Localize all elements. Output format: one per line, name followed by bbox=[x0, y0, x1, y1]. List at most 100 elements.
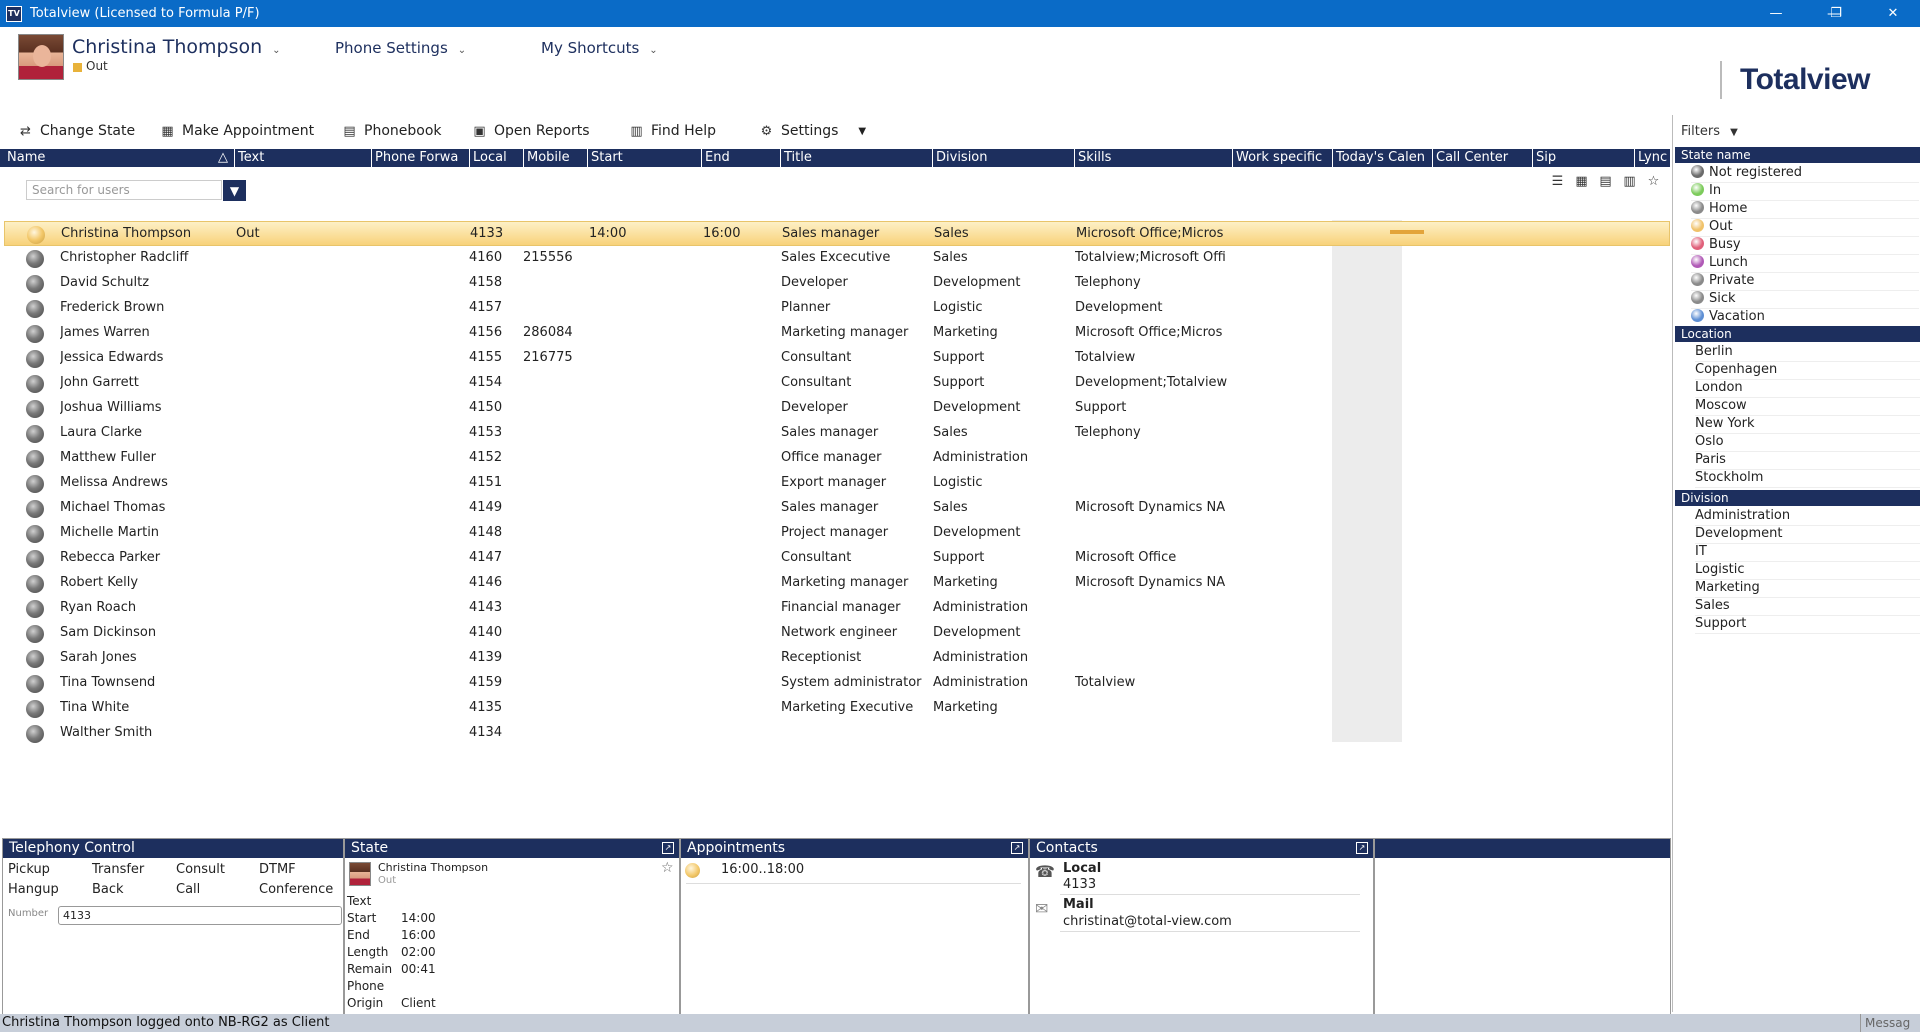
column-header-call-center[interactable]: Call Center bbox=[1432, 149, 1532, 167]
table-row[interactable]: John Garrett 4154 Consultant Support Develop… bbox=[4, 371, 1670, 396]
card-view-icon[interactable]: ▥ bbox=[1620, 172, 1639, 191]
filter-state-item[interactable]: Not registered bbox=[1691, 165, 1919, 183]
column-header-title[interactable]: Title bbox=[780, 149, 932, 167]
call-button[interactable]: Call bbox=[176, 882, 200, 897]
open-reports-button[interactable]: ▣ Open Reports bbox=[472, 123, 589, 139]
table-row[interactable]: Sarah Jones 4139 Receptionist Administratio… bbox=[4, 646, 1670, 671]
table-row[interactable]: Frederick Brown 4157 Planner Logistic Develo… bbox=[4, 296, 1670, 321]
filter-division-item[interactable]: IT bbox=[1695, 544, 1920, 562]
column-header-work-specific[interactable]: Work specific bbox=[1232, 149, 1332, 167]
undock-icon[interactable]: ↗ bbox=[662, 842, 674, 854]
dtmf-button[interactable]: DTMF bbox=[259, 862, 296, 877]
settings-button[interactable]: ⚙ Settings ▼ bbox=[759, 123, 866, 139]
user-menu[interactable]: Christina Thompson ⌄ bbox=[72, 36, 281, 58]
state-panel-title: State bbox=[351, 840, 389, 856]
table-row[interactable]: Jessica Edwards 4155 216775 Consultant Suppo… bbox=[4, 346, 1670, 371]
filter-state-item[interactable]: Lunch bbox=[1691, 255, 1919, 273]
pickup-button[interactable]: Pickup bbox=[8, 862, 50, 877]
table-row[interactable]: David Schultz 4158 Developer Development Tel… bbox=[4, 271, 1670, 296]
my-shortcuts-menu[interactable]: My Shortcuts ⌄ bbox=[541, 39, 658, 57]
table-row[interactable]: Robert Kelly 4146 Marketing manager Marketi… bbox=[4, 571, 1670, 596]
close-button[interactable]: ✕ bbox=[1870, 0, 1916, 27]
filter-location-item[interactable]: Moscow bbox=[1695, 398, 1920, 416]
table-row[interactable]: Laura Clarke 4153 Sales manager Sales Teleph… bbox=[4, 421, 1670, 446]
filters-menu[interactable]: Filters ▼ bbox=[1681, 124, 1738, 139]
column-header-local[interactable]: Local bbox=[469, 149, 523, 167]
appointment-item[interactable]: 16:00..18:00 bbox=[721, 862, 804, 877]
undock-icon[interactable]: ↗ bbox=[1356, 842, 1368, 854]
column-header-sip[interactable]: Sip bbox=[1532, 149, 1634, 167]
filter-division-item[interactable]: Sales bbox=[1695, 598, 1920, 616]
restore-button[interactable]: ❐ bbox=[1813, 0, 1859, 27]
column-header-end[interactable]: End bbox=[701, 149, 780, 167]
filter-division-item[interactable]: Marketing bbox=[1695, 580, 1920, 598]
column-header-division[interactable]: Division bbox=[932, 149, 1074, 167]
favorite-star-icon[interactable]: ☆ bbox=[661, 860, 674, 876]
hangup-button[interactable]: Hangup bbox=[8, 882, 59, 897]
phonebook-button[interactable]: ▤ Phonebook bbox=[342, 123, 441, 139]
filter-state-item[interactable]: Home bbox=[1691, 201, 1919, 219]
column-header-skills[interactable]: Skills bbox=[1074, 149, 1232, 167]
presence-status-icon bbox=[26, 350, 44, 368]
filter-division-item[interactable]: Support bbox=[1695, 616, 1920, 634]
messages-indicator[interactable]: Messag bbox=[1860, 1014, 1920, 1032]
favorite-star-icon[interactable]: ☆ bbox=[1644, 172, 1663, 191]
filter-icon[interactable]: ▼ bbox=[223, 180, 246, 201]
filter-location-item[interactable]: Paris bbox=[1695, 452, 1920, 470]
table-row[interactable]: Melissa Andrews 4151 Export manager Logisti… bbox=[4, 471, 1670, 496]
filter-location-item[interactable]: Stockholm bbox=[1695, 470, 1920, 488]
filter-division-item[interactable]: Logistic bbox=[1695, 562, 1920, 580]
tiles-view-icon[interactable]: ▤ bbox=[1596, 172, 1615, 191]
change-state-button[interactable]: ⇄ Change State bbox=[18, 123, 135, 139]
presence-status-icon bbox=[26, 250, 44, 268]
filter-division-item[interactable]: Administration bbox=[1695, 508, 1920, 526]
avatar[interactable] bbox=[18, 34, 64, 80]
table-row[interactable]: Matthew Fuller 4152 Office manager Administ… bbox=[4, 446, 1670, 471]
filter-state-item[interactable]: Out bbox=[1691, 219, 1919, 237]
find-help-button[interactable]: ▥ Find Help bbox=[629, 123, 716, 139]
back-button[interactable]: Back bbox=[92, 882, 124, 897]
table-row[interactable]: Tina White 4135 Marketing Executive Marketi… bbox=[4, 696, 1670, 721]
table-row[interactable]: James Warren 4156 286084 Marketing manager M… bbox=[4, 321, 1670, 346]
table-row[interactable]: Christopher Radcliff 4160 215556 Sales Exce… bbox=[4, 246, 1670, 271]
filter-division-item[interactable]: Development bbox=[1695, 526, 1920, 544]
filter-state-item[interactable]: Busy bbox=[1691, 237, 1919, 255]
filter-location-item[interactable]: Berlin bbox=[1695, 344, 1920, 362]
transfer-button[interactable]: Transfer bbox=[92, 862, 144, 877]
minimize-button[interactable]: — bbox=[1753, 0, 1799, 27]
filter-state-item[interactable]: Private bbox=[1691, 273, 1919, 291]
column-header-lync[interactable]: Lync S bbox=[1634, 149, 1670, 167]
table-row[interactable]: Sam Dickinson 4140 Network engineer Develop… bbox=[4, 621, 1670, 646]
table-row[interactable]: Rebecca Parker 4147 Consultant Support Micro… bbox=[4, 546, 1670, 571]
column-header-start[interactable]: Start bbox=[587, 149, 701, 167]
details-view-icon[interactable]: ▦ bbox=[1572, 172, 1591, 191]
filter-location-item[interactable]: London bbox=[1695, 380, 1920, 398]
table-row[interactable]: Walther Smith 4134 bbox=[4, 721, 1670, 746]
consult-button[interactable]: Consult bbox=[176, 862, 225, 877]
filter-location-item[interactable]: New York bbox=[1695, 416, 1920, 434]
table-row[interactable]: Michael Thomas 4149 Sales manager Sales Micr… bbox=[4, 496, 1670, 521]
table-row[interactable]: Ryan Roach 4143 Financial manager Administr… bbox=[4, 596, 1670, 621]
column-header-phone-forward[interactable]: Phone Forwa bbox=[371, 149, 469, 167]
make-appointment-button[interactable]: ▦ Make Appointment bbox=[160, 123, 314, 139]
column-header-todays-calendar[interactable]: Today's Calen bbox=[1332, 149, 1432, 167]
phone-settings-menu[interactable]: Phone Settings ⌄ bbox=[335, 39, 466, 57]
filter-location-item[interactable]: Oslo bbox=[1695, 434, 1920, 452]
filter-state-item[interactable]: Sick bbox=[1691, 291, 1919, 309]
number-input[interactable]: 4133 bbox=[58, 906, 342, 925]
contact-local-value[interactable]: 4133 bbox=[1063, 877, 1096, 892]
contact-mail-value[interactable]: christinat@total-view.com bbox=[1063, 914, 1232, 929]
table-row[interactable]: Tina Townsend 4159 System administrator Adm… bbox=[4, 671, 1670, 696]
filter-location-item[interactable]: Copenhagen bbox=[1695, 362, 1920, 380]
column-header-mobile[interactable]: Mobile bbox=[523, 149, 587, 167]
search-input[interactable]: Search for users bbox=[26, 180, 222, 200]
filter-state-item[interactable]: Vacation bbox=[1691, 309, 1919, 327]
column-header-name[interactable]: Name △ bbox=[4, 149, 234, 167]
conference-button[interactable]: Conference bbox=[259, 882, 333, 897]
table-row[interactable]: Joshua Williams 4150 Developer Development S… bbox=[4, 396, 1670, 421]
table-row[interactable]: Michelle Martin 4148 Project manager Develo… bbox=[4, 521, 1670, 546]
list-view-icon[interactable]: ☰ bbox=[1548, 172, 1567, 191]
undock-icon[interactable]: ↗ bbox=[1011, 842, 1023, 854]
filter-state-item[interactable]: In bbox=[1691, 183, 1919, 201]
column-header-text[interactable]: Text bbox=[234, 149, 371, 167]
